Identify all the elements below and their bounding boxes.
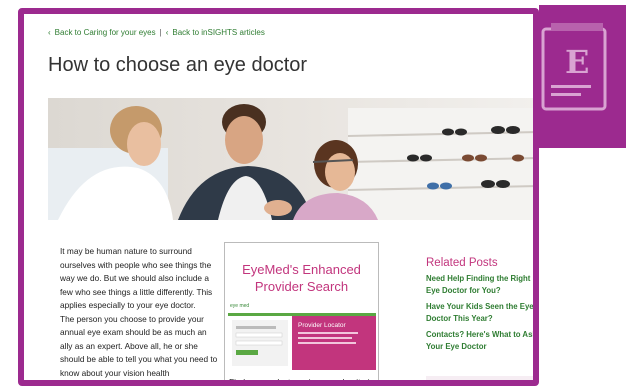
related-post-link[interactable]: Have Your Kids Seen the Eye Doctor This … xyxy=(426,301,533,324)
provider-search-promo[interactable]: EyeMed's Enhanced Provider Search eye me… xyxy=(224,242,379,386)
article-body: It may be human nature to surround ourse… xyxy=(60,245,218,380)
chevron-left-icon: ‹ xyxy=(48,28,51,37)
promo-title: EyeMed's Enhanced Provider Search xyxy=(242,262,361,294)
chevron-left-icon: ‹ xyxy=(165,28,169,37)
svg-text:E: E xyxy=(565,43,589,81)
related-posts-footer-block xyxy=(426,376,533,380)
breadcrumb-caring-link[interactable]: Back to Caring for your eyes xyxy=(55,28,156,37)
provider-locator-label: Provider Locator xyxy=(298,322,347,329)
page-title: How to choose an eye doctor xyxy=(48,54,308,76)
hero-image xyxy=(48,98,533,220)
breadcrumb-insights-link[interactable]: Back to inSIGHTS articles xyxy=(172,28,264,37)
promo-caption: Find an eye doctor using search criteria… xyxy=(229,377,375,386)
svg-text:eye med: eye med xyxy=(230,303,249,309)
article-paragraph: It may be human nature to surround ourse… xyxy=(60,246,213,310)
eye-chart-badge: E xyxy=(539,5,626,148)
provider-locator-screenshot: eye med Provider Locator xyxy=(228,300,376,370)
related-posts-heading: Related Posts xyxy=(426,257,498,269)
breadcrumb: ‹ Back to Caring for your eyes | ‹ Back … xyxy=(48,28,265,37)
article-paragraph: The person you choose to provide your an… xyxy=(60,313,218,378)
related-post-link[interactable]: Contacts? Here's What to Ask Your Eye Do… xyxy=(426,329,533,352)
breadcrumb-separator: | xyxy=(159,28,162,37)
related-post-link[interactable]: Need Help Finding the Right Eye Doctor f… xyxy=(426,273,533,296)
related-posts: Related Posts Need Help Finding the Righ… xyxy=(426,257,533,357)
article-frame: ‹ Back to Caring for your eyes | ‹ Back … xyxy=(18,8,539,386)
eye-chart-icon: E xyxy=(541,23,607,111)
